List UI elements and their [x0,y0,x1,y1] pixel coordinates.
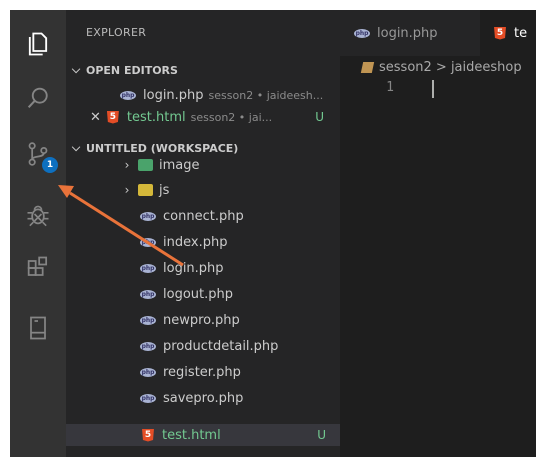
html-file-icon: 5 [494,26,506,40]
file-name: login.php [163,260,224,276]
file-register[interactable]: php register.php [66,361,340,383]
file-test-html[interactable]: 5 test.html U [66,424,340,446]
open-editor-name: test.html [126,109,186,125]
file-newpro[interactable]: php newpro.php [66,309,340,331]
file-name: logout.php [163,286,233,302]
folder-image[interactable]: › image [66,156,340,174]
remote-explorer-activity[interactable] [10,302,66,354]
open-editor-login[interactable]: php login.php sesson2 • jaideesh... [66,84,340,106]
chevron-right-icon: › [124,158,130,172]
explorer-activity[interactable] [10,18,66,70]
image-folder-icon [138,159,153,171]
chevron-down-icon: ⌵ [71,141,81,154]
bug-icon [27,205,49,227]
open-editor-desc: sesson2 • jaideesh... [208,88,324,102]
vscode-window: 1 EXPLORER ⌵ OPEN EDITORS php login.php … [10,10,536,457]
html-file-icon: 5 [106,110,119,124]
open-editor-test[interactable]: ✕ 5 test.html sesson2 • jai... U [66,106,340,128]
tab-label: te [514,25,528,41]
tab-test-html[interactable]: 5 te [480,10,536,56]
js-folder-icon [138,184,153,196]
html-file-icon: 5 [142,428,154,442]
breadcrumb[interactable]: sesson2 > jaideeshop [340,56,536,78]
close-icon[interactable]: ✕ [90,110,101,125]
file-login[interactable]: php login.php [66,257,340,279]
open-editors-header[interactable]: ⌵ OPEN EDITORS [66,59,340,81]
debug-activity[interactable] [10,188,66,240]
open-editors-title: OPEN EDITORS [86,63,178,77]
folder-name: image [159,157,200,173]
php-file-icon: php [140,211,156,221]
php-file-icon: php [120,90,136,100]
file-index[interactable]: php index.php [66,231,340,253]
explorer-sidebar: EXPLORER ⌵ OPEN EDITORS php login.php se… [66,10,340,457]
file-logout[interactable]: php logout.php [66,283,340,305]
folder-icon [360,61,375,73]
chevron-down-icon: ⌵ [71,63,81,76]
tab-login-php[interactable]: php login.php [340,10,480,56]
php-file-icon: php [140,289,156,299]
php-file-icon: php [354,28,370,38]
folder-js[interactable]: › js [66,179,340,201]
search-icon [27,87,48,109]
file-productdetail[interactable]: php productdetail.php [66,335,340,357]
workspace-title: UNTITLED (WORKSPACE) [86,141,239,155]
php-file-icon: php [140,393,156,403]
line-number: 1 [386,80,394,95]
sidebar-title: EXPLORER [86,26,147,39]
text-cursor [432,80,434,98]
open-editor-desc: sesson2 • jai... [190,110,273,124]
file-name: test.html [162,427,221,443]
chevron-right-icon: › [124,183,130,197]
untracked-badge: U [317,428,326,442]
php-file-icon: php [140,315,156,325]
editor-tabs: php login.php 5 te [340,10,536,56]
php-file-icon: php [140,341,156,351]
file-savepro[interactable]: php savepro.php [66,387,340,409]
file-name: productdetail.php [163,338,279,354]
tab-label: login.php [377,25,438,41]
extensions-activity[interactable] [10,242,66,294]
source-control-badge: 1 [42,157,58,173]
php-file-icon: php [140,237,156,247]
search-activity[interactable] [10,72,66,124]
file-name: connect.php [163,208,244,224]
file-name: savepro.php [163,390,244,406]
extensions-icon [27,256,48,276]
file-name: index.php [163,234,228,250]
source-control-activity[interactable]: 1 [10,128,66,180]
untracked-badge: U [315,110,324,124]
file-name: register.php [163,364,241,380]
folder-name: js [159,182,170,198]
device-icon [30,316,46,340]
php-file-icon: php [140,263,156,273]
php-file-icon: php [140,367,156,377]
activity-bar: 1 [10,10,66,457]
file-name: newpro.php [163,312,240,328]
file-connect[interactable]: php connect.php [66,205,340,227]
files-icon [28,32,48,56]
open-editor-name: login.php [143,87,204,103]
breadcrumb-path: sesson2 > jaideeshop [379,59,522,75]
